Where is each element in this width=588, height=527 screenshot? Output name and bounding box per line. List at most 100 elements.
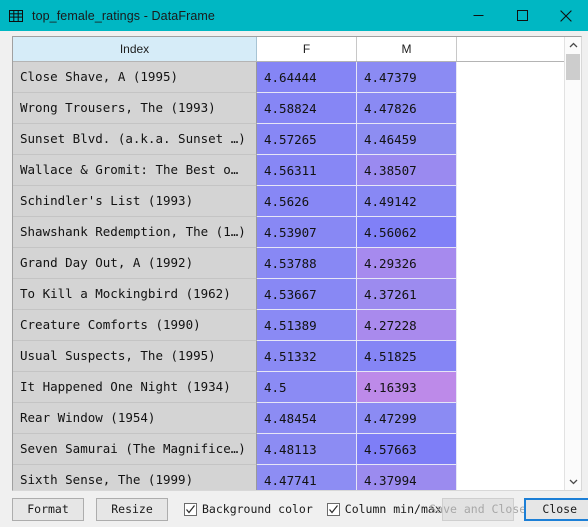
cell-m[interactable]: 4.49142 bbox=[357, 186, 457, 217]
row-filler-cell bbox=[457, 279, 564, 310]
cell-f[interactable]: 4.57265 bbox=[257, 124, 357, 155]
vertical-scrollbar[interactable] bbox=[564, 37, 581, 490]
row-filler-cell bbox=[457, 341, 564, 372]
table-row[interactable]: Creature Comforts (1990) 4.51389 4.27228 bbox=[13, 310, 564, 341]
close-dialog-button[interactable]: Close bbox=[523, 497, 588, 521]
row-filler-cell bbox=[457, 62, 564, 93]
table-row[interactable]: Shawshank Redemption, The (1…) 4.53907 4.5… bbox=[13, 217, 564, 248]
column-header-m[interactable]: M bbox=[357, 37, 457, 61]
row-index-cell[interactable]: It Happened One Night (1934) bbox=[13, 372, 257, 403]
checkmark-icon bbox=[326, 502, 340, 516]
table-row[interactable]: Seven Samurai (The Magnifice…) 4.48113 4.5… bbox=[13, 434, 564, 465]
row-filler-cell bbox=[457, 124, 564, 155]
cell-m[interactable]: 4.47379 bbox=[357, 62, 457, 93]
table-header-row: Index F M bbox=[13, 37, 564, 62]
cell-m[interactable]: 4.37261 bbox=[357, 279, 457, 310]
row-filler-cell bbox=[457, 217, 564, 248]
cell-m[interactable]: 4.38507 bbox=[357, 155, 457, 186]
row-filler-cell bbox=[457, 248, 564, 279]
scrollbar-thumb[interactable] bbox=[566, 54, 580, 80]
cell-f[interactable]: 4.53907 bbox=[257, 217, 357, 248]
cell-m[interactable]: 4.46459 bbox=[357, 124, 457, 155]
table-row[interactable]: It Happened One Night (1934) 4.5 4.16393 bbox=[13, 372, 564, 403]
column-minmax-label: Column min/max bbox=[344, 502, 442, 516]
table-row[interactable]: Sixth Sense, The (1999) 4.47741 4.37994 bbox=[13, 465, 564, 490]
table-row[interactable]: Usual Suspects, The (1995) 4.51332 4.51825 bbox=[13, 341, 564, 372]
cell-f[interactable]: 4.48113 bbox=[257, 434, 357, 465]
cell-f[interactable]: 4.5626 bbox=[257, 186, 357, 217]
row-index-cell[interactable]: Usual Suspects, The (1995) bbox=[13, 341, 257, 372]
cell-f[interactable]: 4.64444 bbox=[257, 62, 357, 93]
row-filler-cell bbox=[457, 310, 564, 341]
cell-m[interactable]: 4.29326 bbox=[357, 248, 457, 279]
cell-f[interactable]: 4.58824 bbox=[257, 93, 357, 124]
resize-button[interactable]: Resize bbox=[96, 497, 168, 521]
table-row[interactable]: Close Shave, A (1995) 4.64444 4.47379 bbox=[13, 62, 564, 93]
cell-f[interactable]: 4.53788 bbox=[257, 248, 357, 279]
table-row[interactable]: Wallace & Gromit: The Best o… 4.56311 4.38… bbox=[13, 155, 564, 186]
save-and-close-button: Save and Close bbox=[429, 497, 526, 521]
window-title: top_female_ratings - DataFrame bbox=[32, 8, 215, 23]
cell-m[interactable]: 4.16393 bbox=[357, 372, 457, 403]
row-filler-cell bbox=[457, 403, 564, 434]
bottom-toolbar: Format Resize Background color Column mi… bbox=[0, 491, 588, 527]
row-filler-cell bbox=[457, 155, 564, 186]
cell-f[interactable]: 4.56311 bbox=[257, 155, 357, 186]
cell-f[interactable]: 4.51332 bbox=[257, 341, 357, 372]
dataframe-table-area: Index F M Close Shave, A (1995) 4.64444 4.… bbox=[12, 36, 582, 491]
table-row[interactable]: To Kill a Mockingbird (1962) 4.53667 4.372… bbox=[13, 279, 564, 310]
background-color-checkbox[interactable]: Background color bbox=[184, 502, 313, 516]
row-filler-cell bbox=[457, 372, 564, 403]
column-minmax-checkbox[interactable]: Column min/max bbox=[326, 502, 442, 516]
cell-f[interactable]: 4.48454 bbox=[257, 403, 357, 434]
dataframe-grid[interactable]: Index F M Close Shave, A (1995) 4.64444 4.… bbox=[13, 37, 564, 490]
row-index-cell[interactable]: Grand Day Out, A (1992) bbox=[13, 248, 257, 279]
column-header-index[interactable]: Index bbox=[13, 37, 257, 61]
close-button[interactable] bbox=[544, 0, 588, 31]
table-row[interactable]: Grand Day Out, A (1992) 4.53788 4.29326 bbox=[13, 248, 564, 279]
row-index-cell[interactable]: Seven Samurai (The Magnifice…) bbox=[13, 434, 257, 465]
row-index-cell[interactable]: Wallace & Gromit: The Best o… bbox=[13, 155, 257, 186]
row-filler-cell bbox=[457, 186, 564, 217]
row-index-cell[interactable]: To Kill a Mockingbird (1962) bbox=[13, 279, 257, 310]
table-row[interactable]: Schindler's List (1993) 4.5626 4.49142 bbox=[13, 186, 564, 217]
row-index-cell[interactable]: Sunset Blvd. (a.k.a. Sunset …) bbox=[13, 124, 257, 155]
cell-m[interactable]: 4.47826 bbox=[357, 93, 457, 124]
row-index-cell[interactable]: Creature Comforts (1990) bbox=[13, 310, 257, 341]
row-index-cell[interactable]: Shawshank Redemption, The (1…) bbox=[13, 217, 257, 248]
table-row[interactable]: Sunset Blvd. (a.k.a. Sunset …) 4.57265 4.4… bbox=[13, 124, 564, 155]
background-color-label: Background color bbox=[202, 502, 313, 516]
chevron-down-icon[interactable] bbox=[565, 473, 581, 490]
row-index-cell[interactable]: Rear Window (1954) bbox=[13, 403, 257, 434]
row-filler-cell bbox=[457, 465, 564, 490]
cell-f[interactable]: 4.51389 bbox=[257, 310, 357, 341]
row-index-cell[interactable]: Wrong Trousers, The (1993) bbox=[13, 93, 257, 124]
table-body: Close Shave, A (1995) 4.64444 4.47379 Wrong… bbox=[13, 62, 564, 490]
format-button[interactable]: Format bbox=[12, 497, 84, 521]
cell-f[interactable]: 4.5 bbox=[257, 372, 357, 403]
cell-f[interactable]: 4.47741 bbox=[257, 465, 357, 490]
row-index-cell[interactable]: Sixth Sense, The (1999) bbox=[13, 465, 257, 490]
cell-m[interactable]: 4.51825 bbox=[357, 341, 457, 372]
cell-m[interactable]: 4.47299 bbox=[357, 403, 457, 434]
row-filler-cell bbox=[457, 434, 564, 465]
cell-f[interactable]: 4.53667 bbox=[257, 279, 357, 310]
row-index-cell[interactable]: Close Shave, A (1995) bbox=[13, 62, 257, 93]
minimize-button[interactable] bbox=[456, 0, 500, 31]
cell-m[interactable]: 4.37994 bbox=[357, 465, 457, 490]
cell-m[interactable]: 4.56062 bbox=[357, 217, 457, 248]
scrollbar-track[interactable] bbox=[565, 54, 581, 473]
column-header-filler bbox=[457, 37, 564, 61]
column-header-f[interactable]: F bbox=[257, 37, 357, 61]
dataframe-viewer-window: top_female_ratings - DataFrame Index F M… bbox=[0, 0, 588, 527]
table-row[interactable]: Rear Window (1954) 4.48454 4.47299 bbox=[13, 403, 564, 434]
row-index-cell[interactable]: Schindler's List (1993) bbox=[13, 186, 257, 217]
table-grid-icon bbox=[8, 8, 24, 24]
maximize-button[interactable] bbox=[500, 0, 544, 31]
chevron-up-icon[interactable] bbox=[565, 37, 581, 54]
cell-m[interactable]: 4.57663 bbox=[357, 434, 457, 465]
cell-m[interactable]: 4.27228 bbox=[357, 310, 457, 341]
window-titlebar: top_female_ratings - DataFrame bbox=[0, 0, 588, 31]
checkmark-icon bbox=[184, 502, 197, 516]
table-row[interactable]: Wrong Trousers, The (1993) 4.58824 4.47826 bbox=[13, 93, 564, 124]
